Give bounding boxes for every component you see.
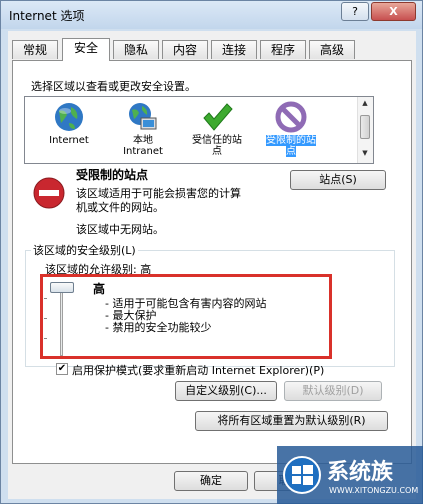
title-bar[interactable]: Internet 选项 ? X <box>1 1 422 29</box>
close-button[interactable]: X <box>371 2 416 21</box>
internet-options-window: Internet 选项 ? X 常规 安全 隐私 内容 连接 程序 高级 选择区… <box>0 0 423 504</box>
ok-button[interactable]: 确定 <box>174 471 248 491</box>
restricted-zone-icon <box>33 177 65 209</box>
protected-mode-label: 启用保护模式(要求重新启动 Internet Explorer)(P) <box>72 364 325 377</box>
zone-list-scrollbar[interactable]: ▲ ▼ <box>357 97 373 163</box>
tab-advanced[interactable]: 高级 <box>309 40 355 59</box>
reset-all-zones-button[interactable]: 将所有区域重置为默认级别(R) <box>195 411 388 431</box>
help-button[interactable]: ? <box>341 2 369 21</box>
protected-mode-checkbox[interactable]: ✔ <box>56 363 68 375</box>
tab-privacy[interactable]: 隐私 <box>113 40 159 59</box>
security-level-label: 该区域的安全级别(L) <box>31 242 138 258</box>
zone-label: 点 <box>212 146 222 157</box>
zone-restricted-sites[interactable]: 受限制的站 点 <box>257 101 325 161</box>
zone-prompt: 选择区域以查看或更改安全设置。 <box>31 80 196 93</box>
zone-label: 点 <box>286 146 296 157</box>
window-title: Internet 选项 <box>9 9 85 23</box>
watermark-text: 系统族 <box>327 460 394 485</box>
restricted-icon <box>275 101 307 133</box>
zone-list[interactable]: Internet 本地 Intranet 受信任的站 点 受限制的站 点 ▲ ▼ <box>24 96 374 164</box>
zone-description-line2: 机或文件的网站。 <box>76 201 164 214</box>
tab-security[interactable]: 安全 <box>62 38 110 61</box>
globe-icon <box>55 103 83 131</box>
sites-button[interactable]: 站点(S) <box>290 170 386 190</box>
local-intranet-icon <box>129 103 157 130</box>
zone-internet[interactable]: Internet <box>35 101 103 161</box>
scroll-thumb[interactable] <box>360 115 370 139</box>
zone-label: Internet <box>49 135 89 146</box>
scroll-down-icon[interactable]: ▼ <box>360 149 370 161</box>
tab-strip: 常规 安全 隐私 内容 连接 程序 高级 <box>12 38 412 61</box>
tab-programs[interactable]: 程序 <box>260 40 306 59</box>
zone-label: 受信任的站 <box>192 135 242 146</box>
highlight-annotation-box <box>40 274 332 359</box>
windows-logo-icon <box>283 456 321 494</box>
zone-trusted-sites[interactable]: 受信任的站 点 <box>183 101 251 161</box>
tab-general[interactable]: 常规 <box>12 40 58 59</box>
tab-connections[interactable]: 连接 <box>211 40 257 59</box>
green-check-icon <box>203 103 233 131</box>
zone-title: 受限制的站点 <box>76 168 149 182</box>
zone-no-sites-text: 该区域中无网站。 <box>76 223 164 236</box>
watermark-logo: 系统族 WWW.XITONGZU.COM <box>277 446 423 504</box>
scroll-up-icon[interactable]: ▲ <box>360 99 370 111</box>
zone-local-intranet[interactable]: 本地 Intranet <box>109 101 177 161</box>
tab-content[interactable]: 内容 <box>162 40 208 59</box>
watermark-url: WWW.XITONGZU.COM <box>329 486 419 495</box>
default-level-button[interactable]: 默认级别(D) <box>284 381 382 401</box>
zone-label: 本地 <box>133 135 153 146</box>
zone-label: Intranet <box>123 146 163 157</box>
zone-label: 受限制的站 <box>266 135 316 146</box>
custom-level-button[interactable]: 自定义级别(C)... <box>175 381 277 401</box>
